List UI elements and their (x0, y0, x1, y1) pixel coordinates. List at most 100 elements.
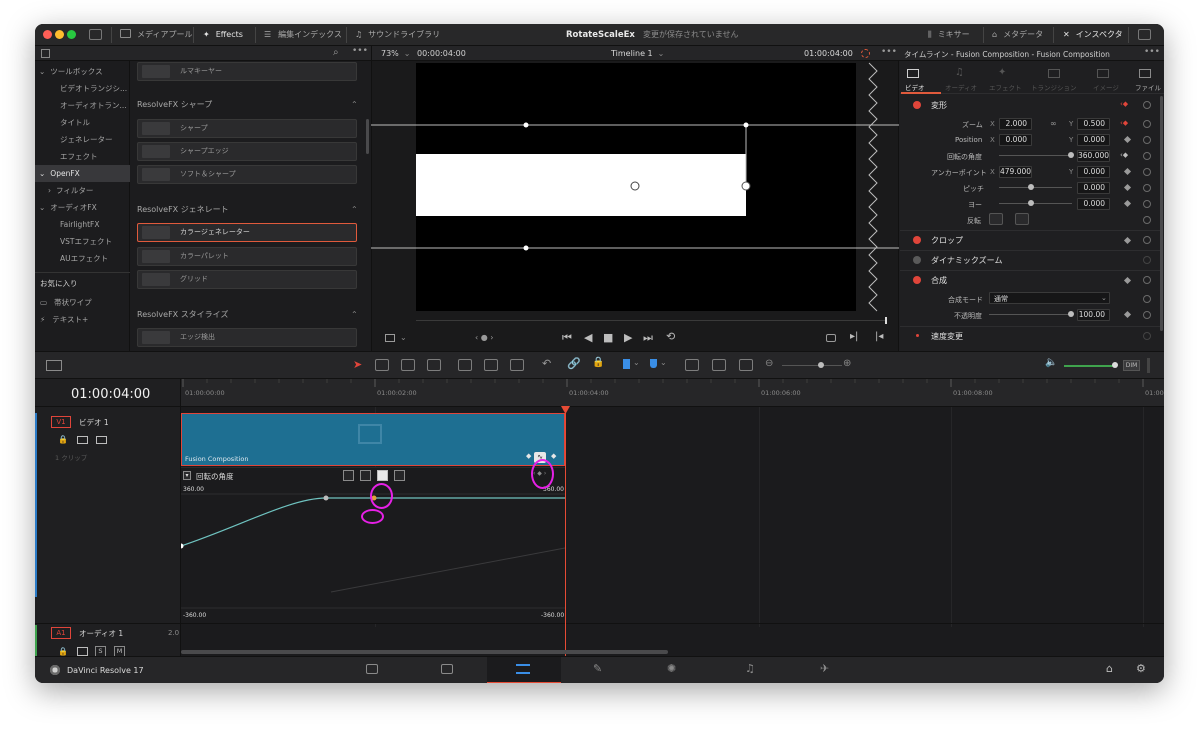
video-track-lock-icon[interactable]: 🔒 (58, 435, 68, 444)
mixer-button[interactable]: ⫼ ミキサー (928, 24, 970, 46)
zoom-keyframe-icon[interactable]: ‹◆ (1120, 119, 1128, 127)
fx-generate-header[interactable]: ResolveFX ジェネレート ⌃ (137, 202, 359, 218)
crop-section-title[interactable]: クロップ (931, 235, 963, 246)
pitch-slider-knob[interactable] (1028, 184, 1034, 190)
fx-sharpen-edge[interactable]: シャープエッジ (137, 142, 357, 161)
tab-transition[interactable]: トランジション (1031, 82, 1077, 92)
fx-luma-keyer[interactable]: ルマキーヤー (137, 62, 357, 81)
timeline-zoom-knob[interactable] (818, 362, 824, 368)
fx-edge-detect[interactable]: エッジ検出 (137, 328, 357, 347)
tab-image[interactable]: イメージ (1093, 82, 1119, 92)
fx-sharpen[interactable]: シャープ (137, 119, 357, 138)
yaw-slider-knob[interactable] (1028, 200, 1034, 206)
volume-slider[interactable] (1064, 365, 1116, 367)
keyframe-toggle-icon[interactable]: ◆ (551, 452, 556, 460)
rotation-field[interactable]: 360.000 (1077, 150, 1110, 162)
clip-sync-icon[interactable] (861, 49, 870, 58)
dynamic-zoom-reset-icon[interactable] (1143, 256, 1151, 264)
opacity-field[interactable]: 100.00 (1077, 309, 1110, 321)
rotation-reset-icon[interactable] (1143, 152, 1151, 160)
auto-track-select-icon[interactable] (77, 436, 88, 444)
inspector-collapse-icon[interactable] (1138, 29, 1151, 40)
tab-video[interactable]: ビデオ (905, 82, 925, 92)
a1-track-button[interactable]: A1 (51, 627, 71, 639)
transform-mode-chevron-icon[interactable]: ⌄ (400, 333, 407, 342)
tree-item-openfx[interactable]: ⌄ OpenFX (39, 165, 133, 182)
sound-library-button[interactable]: ♫ サウンドライブラリ (355, 24, 440, 46)
opacity-slider[interactable] (989, 314, 1072, 315)
favorite-band-wipe[interactable]: ▭ 帯状ワイプ (40, 294, 134, 311)
fairlight-page-icon[interactable]: ♫ (745, 662, 755, 675)
inspector-more-icon[interactable]: ••• (1144, 47, 1160, 57)
pitch-reset-icon[interactable] (1143, 184, 1151, 192)
rotation-keyframe-icon[interactable]: ‹◆ (1120, 151, 1128, 159)
yaw-slider[interactable] (999, 203, 1072, 204)
color-page-icon[interactable]: ✺ (667, 662, 676, 675)
deliver-page-icon[interactable]: ✈ (820, 662, 829, 675)
tab-effects[interactable]: エフェクト (989, 82, 1022, 92)
crop-enable-toggle[interactable] (913, 236, 921, 244)
sidebar-toggle-icon[interactable] (41, 49, 50, 58)
tree-item-filters[interactable]: › フィルター (48, 182, 142, 199)
fusion-composition-clip[interactable]: Fusion Composition ◆ ∿ ◆ (181, 413, 565, 466)
image-tab-icon[interactable] (1097, 69, 1109, 78)
effects-tab-icon[interactable]: ✦ (998, 67, 1006, 78)
curve-keyframe-start[interactable] (181, 543, 184, 549)
search-icon[interactable]: ⌕ (333, 47, 339, 58)
timeline-options-icon[interactable] (46, 360, 62, 371)
audio-auto-select-icon[interactable] (77, 647, 88, 656)
fx-color-generator[interactable]: カラージェネレーター (137, 223, 357, 242)
viewer-zoom[interactable]: 73% ⌄ (381, 49, 410, 58)
more-options-icon[interactable]: ••• (352, 46, 368, 56)
curve-handle-point[interactable] (323, 495, 329, 501)
transform-mode-icon[interactable] (385, 334, 395, 342)
linked-selection-icon[interactable]: 🔗 (567, 357, 581, 370)
composite-reset-icon[interactable] (1143, 276, 1151, 284)
transform-enable-toggle[interactable] (913, 101, 921, 109)
opacity-reset-icon[interactable] (1143, 311, 1151, 319)
flag-chevron-icon[interactable]: ⌄ (633, 358, 640, 367)
home-icon[interactable]: ⌂ (1106, 662, 1113, 675)
close-window-button[interactable] (43, 30, 52, 39)
tab-file[interactable]: ファイル (1135, 82, 1161, 92)
go-to-end-icon[interactable]: ⏭ (643, 331, 653, 345)
go-to-start-icon[interactable]: ⏮ (562, 331, 572, 345)
stop-icon[interactable]: ■ (603, 331, 613, 344)
full-extent-zoom-icon[interactable] (685, 359, 699, 371)
prev-edit-icon[interactable]: |◂ (875, 331, 883, 342)
speed-change-section-title[interactable]: 速度変更 (931, 331, 963, 342)
fusion-page-icon[interactable]: ✎ (593, 662, 602, 675)
audio-track-name[interactable]: オーディオ 1 (79, 628, 123, 639)
video-tab-icon[interactable] (907, 69, 919, 78)
tree-item-audiofx[interactable]: ⌄ オーディオFX (39, 199, 133, 216)
rotation-handle[interactable] (741, 181, 751, 191)
viewer-more-icon[interactable]: ••• (881, 47, 897, 57)
transform-section-title[interactable]: 変形 (931, 100, 947, 111)
fx-soft-sharpen[interactable]: ソフト＆シャープ (137, 165, 357, 184)
transform-handle-bottom[interactable] (523, 245, 529, 251)
play-icon[interactable]: ▶ (624, 331, 632, 344)
position-reset-icon[interactable] (1143, 136, 1151, 144)
file-tab-icon[interactable] (1139, 69, 1151, 78)
marker-icon[interactable] (650, 359, 657, 368)
snapping-icon[interactable]: ↶ (542, 357, 551, 370)
keyframe-nav-icon[interactable]: ‹ ● › (475, 333, 493, 342)
detail-zoom-icon[interactable] (712, 359, 726, 371)
position-lock-icon[interactable]: 🔒 (592, 357, 604, 368)
selection-mode-icon[interactable]: ➤ (353, 358, 362, 371)
minimize-window-button[interactable] (55, 30, 64, 39)
transform-handle-corner[interactable] (743, 122, 749, 128)
fx-color-palette[interactable]: カラーパレット (137, 247, 357, 266)
transform-keyframe-nav-icon[interactable]: ‹◆ (1120, 100, 1128, 108)
pitch-slider[interactable] (999, 187, 1072, 188)
composite-section-title[interactable]: 合成 (931, 275, 947, 286)
media-pool-button[interactable]: メディアプール (120, 24, 192, 46)
anchor-y-field[interactable]: 0.000 (1077, 166, 1110, 178)
timeline-scrollbar[interactable] (181, 650, 668, 654)
flip-horizontal-button[interactable] (989, 213, 1003, 225)
tree-item-toolbox[interactable]: ⌄ ツールボックス (39, 63, 133, 80)
tab-audio[interactable]: オーディオ (945, 82, 977, 92)
effects-list-scrollbar[interactable] (366, 119, 369, 154)
pitch-field[interactable]: 0.000 (1077, 182, 1110, 194)
zoom-in-icon[interactable]: ⊕ (843, 358, 851, 369)
